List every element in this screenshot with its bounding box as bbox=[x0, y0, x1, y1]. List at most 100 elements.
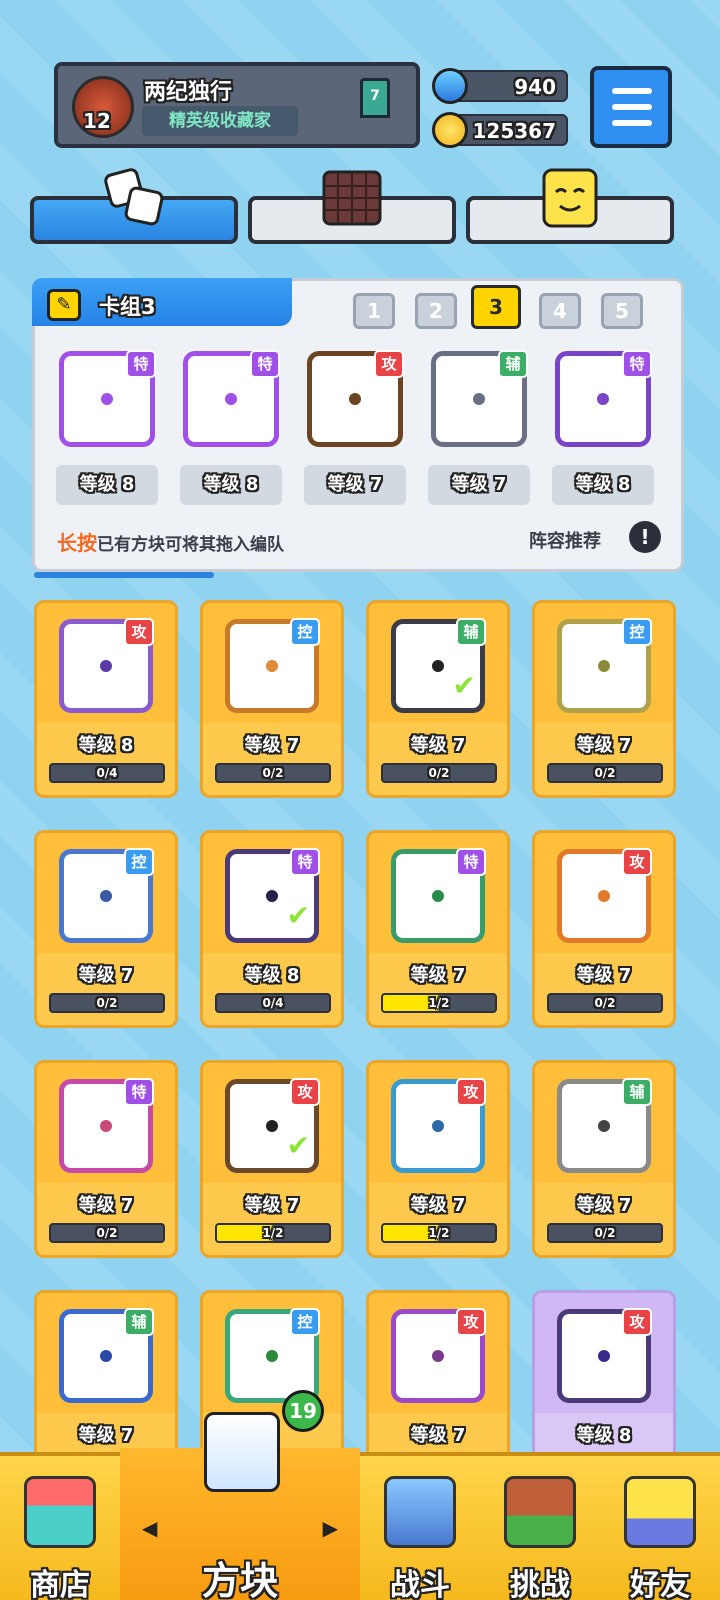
board-tab-icon bbox=[322, 170, 382, 226]
info-icon[interactable]: ! bbox=[629, 521, 661, 553]
tab-dice[interactable] bbox=[30, 168, 238, 244]
bottom-nav: 商店 ◀ ▶ 方块 战斗 挑战 好友 bbox=[0, 1412, 720, 1600]
upgrade-progress: 1/2 bbox=[215, 1223, 331, 1243]
dice-face: 控 bbox=[225, 618, 320, 713]
progress-text: 0/2 bbox=[594, 766, 616, 780]
player-level: 12 bbox=[83, 109, 111, 133]
dice-pip-icon bbox=[429, 1347, 447, 1365]
dice-card[interactable]: 特 ✔ 等级 8 0/4 bbox=[200, 830, 344, 1028]
upgrade-progress: 0/2 bbox=[547, 993, 663, 1013]
dice-face: 辅 bbox=[59, 1308, 154, 1403]
upgrade-progress: 0/2 bbox=[215, 763, 331, 783]
dice-card[interactable]: 控 等级 7 0/2 bbox=[532, 600, 676, 798]
nav-challenge[interactable]: 挑战 bbox=[480, 1476, 600, 1600]
progress-text: 0/2 bbox=[594, 996, 616, 1010]
type-badge: 攻 bbox=[622, 848, 652, 876]
dice-pip-icon bbox=[97, 887, 115, 905]
type-badge: 特 bbox=[290, 848, 320, 876]
battle-icon bbox=[384, 1476, 456, 1548]
deck-slot[interactable]: 特 bbox=[183, 350, 280, 447]
dice-face: 攻 bbox=[391, 1078, 486, 1173]
dice-card[interactable]: 特 等级 7 0/2 bbox=[34, 1060, 178, 1258]
upgrade-progress: 1/2 bbox=[381, 993, 497, 1013]
nav-dice[interactable]: ◀ ▶ 方块 bbox=[120, 1412, 360, 1600]
coin-value: 125367 bbox=[472, 119, 557, 143]
dice-card[interactable]: 特 等级 7 1/2 bbox=[366, 830, 510, 1028]
deck-slot[interactable]: 特 bbox=[555, 350, 652, 447]
dice-card[interactable]: 攻 等级 7 1/2 bbox=[366, 1060, 510, 1258]
deck-tab-2[interactable]: 2 bbox=[415, 293, 457, 329]
type-badge: 特 bbox=[622, 350, 652, 378]
deck-slot[interactable]: 辅 bbox=[431, 350, 528, 447]
type-badge: 控 bbox=[622, 618, 652, 646]
dice-tab-icon bbox=[104, 168, 164, 226]
chevron-left-icon[interactable]: ◀ bbox=[142, 1516, 157, 1540]
deck-panel: ✎ 卡组3 1 2 3 4 5 特等级 8 特等级 8 攻等级 7 辅等级 7 特等级 … bbox=[32, 278, 684, 572]
dice-pip-icon bbox=[429, 887, 447, 905]
type-badge: 攻 bbox=[124, 618, 154, 646]
card-level: 等级 7 bbox=[244, 735, 300, 756]
gem-counter[interactable]: 940 bbox=[432, 68, 568, 104]
coin-icon bbox=[432, 112, 468, 148]
nav-challenge-label: 挑战 bbox=[510, 1568, 570, 1600]
recommend-label[interactable]: 阵容推荐 bbox=[529, 527, 601, 553]
player-name: 两纪独行 bbox=[144, 80, 233, 105]
gem-icon bbox=[432, 68, 468, 104]
chevron-right-icon[interactable]: ▶ bbox=[323, 1516, 338, 1540]
deck-tab-4[interactable]: 4 bbox=[539, 293, 581, 329]
hint-text: 已有方块可将其拖入编队 bbox=[97, 535, 284, 555]
dice-face: 攻 bbox=[557, 1308, 652, 1403]
player-title: 精英级收藏家 bbox=[142, 106, 298, 136]
emote-tab-icon bbox=[542, 168, 598, 228]
edit-pencil-icon[interactable]: ✎ bbox=[47, 289, 81, 321]
dice-card[interactable]: 攻 ✔ 等级 7 1/2 bbox=[200, 1060, 344, 1258]
card-level: 等级 7 bbox=[576, 965, 632, 986]
dice-pip-icon bbox=[594, 390, 612, 408]
in-deck-check-icon: ✔ bbox=[286, 1129, 310, 1162]
deck-tab-3[interactable]: 3 bbox=[471, 285, 521, 329]
type-badge: 控 bbox=[290, 1308, 320, 1336]
deck-tab-5[interactable]: 5 bbox=[601, 293, 643, 329]
menu-button[interactable] bbox=[590, 66, 672, 148]
tab-emote[interactable] bbox=[466, 168, 674, 244]
nav-battle[interactable]: 战斗 bbox=[360, 1476, 480, 1600]
nav-friends[interactable]: 好友 bbox=[600, 1476, 720, 1600]
dice-pip-icon bbox=[429, 657, 447, 675]
dice-card[interactable]: 辅 ✔ 等级 7 0/2 bbox=[366, 600, 510, 798]
coin-counter[interactable]: 125367 bbox=[432, 112, 568, 148]
type-badge: 辅 bbox=[456, 618, 486, 646]
nav-shop[interactable]: 商店 bbox=[0, 1476, 120, 1600]
deck-slot-level: 等级 7 bbox=[428, 465, 530, 505]
type-badge: 控 bbox=[124, 848, 154, 876]
dice-face: 控 bbox=[59, 848, 154, 943]
progress-text: 0/2 bbox=[96, 1226, 118, 1240]
dice-card[interactable]: 控 等级 7 0/2 bbox=[34, 830, 178, 1028]
dice-face: 攻 ✔ bbox=[225, 1078, 320, 1173]
type-badge: 特 bbox=[456, 848, 486, 876]
deck-slot[interactable]: 攻 bbox=[307, 350, 404, 447]
deck-dice: 特 bbox=[59, 350, 156, 447]
profile-panel[interactable]: 12 两纪独行 精英级收藏家 7 bbox=[54, 62, 420, 148]
dice-card[interactable]: 攻 等级 8 0/4 bbox=[34, 600, 178, 798]
dice-pip-icon bbox=[263, 887, 281, 905]
progress-text: 1/2 bbox=[428, 1226, 450, 1240]
type-badge: 辅 bbox=[498, 350, 528, 378]
dice-card[interactable]: 攻 等级 7 0/2 bbox=[532, 830, 676, 1028]
deck-slot-level: 等级 7 bbox=[304, 465, 406, 505]
dice-pip-icon bbox=[595, 1117, 613, 1135]
tab-board[interactable] bbox=[248, 170, 456, 244]
rank-ribbon-icon[interactable]: 7 bbox=[360, 78, 390, 118]
type-badge: 攻 bbox=[456, 1308, 486, 1336]
dice-pip-icon bbox=[97, 657, 115, 675]
dice-card[interactable]: 辅 等级 7 0/2 bbox=[532, 1060, 676, 1258]
progress-text: 1/2 bbox=[428, 996, 450, 1010]
dice-card[interactable]: 控 等级 7 0/2 bbox=[200, 600, 344, 798]
friends-icon bbox=[624, 1476, 696, 1548]
deck-slot[interactable]: 特 bbox=[59, 350, 156, 447]
dice-face: 辅 bbox=[557, 1078, 652, 1173]
player-avatar[interactable]: 12 bbox=[72, 76, 134, 138]
card-level: 等级 7 bbox=[78, 965, 134, 986]
deck-tab-1[interactable]: 1 bbox=[353, 293, 395, 329]
nav-shop-label: 商店 bbox=[30, 1568, 90, 1600]
dice-face: 特 bbox=[391, 848, 486, 943]
